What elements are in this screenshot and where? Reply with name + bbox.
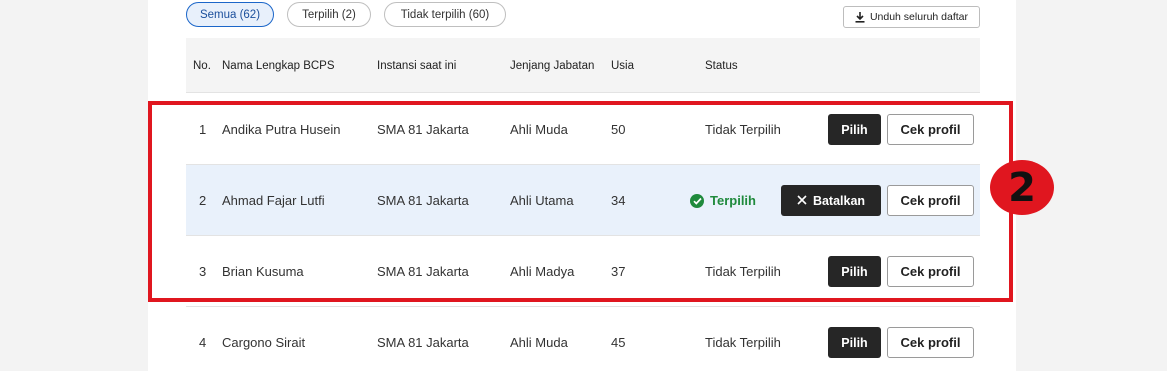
pilih-button[interactable]: Pilih — [828, 256, 881, 287]
candidate-status-selected: Terpilih — [690, 165, 756, 236]
candidate-jenjang: Ahli Madya — [510, 264, 575, 279]
cek-profil-button[interactable]: Cek profil — [887, 114, 974, 145]
batalkan-button[interactable]: Batalkan — [781, 185, 881, 216]
row-number: 3 — [199, 264, 207, 279]
column-header-name: Nama Lengkap BCPS — [222, 60, 335, 72]
download-list-label: Unduh seluruh daftar — [869, 11, 969, 23]
column-header-usia: Usia — [611, 60, 635, 72]
candidate-status: Tidak Terpilih — [705, 335, 781, 350]
batalkan-button-label: Batalkan — [812, 193, 866, 208]
candidate-name: Brian Kusuma — [222, 264, 304, 279]
cek-profil-label: Cek profil — [900, 264, 961, 279]
column-header-no: No. — [193, 60, 211, 72]
candidate-status: Tidak Terpilih — [705, 122, 781, 137]
cek-profil-button[interactable]: Cek profil — [887, 185, 974, 216]
candidate-instansi: SMA 81 Jakarta — [377, 193, 469, 208]
table-row: 1 Andika Putra Husein SMA 81 Jakarta Ahl… — [186, 94, 980, 165]
cek-profil-label: Cek profil — [900, 335, 961, 350]
table-row: 3 Brian Kusuma SMA 81 Jakarta Ahli Madya… — [186, 236, 980, 307]
cek-profil-label: Cek profil — [900, 193, 961, 208]
cek-profil-button[interactable]: Cek profil — [887, 327, 974, 358]
pilih-button-label: Pilih — [841, 264, 868, 279]
candidate-usia: 45 — [611, 335, 626, 350]
candidate-instansi: SMA 81 Jakarta — [377, 264, 469, 279]
candidate-jenjang: Ahli Utama — [510, 193, 574, 208]
row-number: 4 — [199, 335, 207, 350]
candidate-instansi: SMA 81 Jakarta — [377, 335, 469, 350]
status-selected-label: Terpilih — [710, 193, 756, 208]
candidate-instansi: SMA 81 Jakarta — [377, 122, 469, 137]
column-header-instansi: Instansi saat ini — [377, 60, 457, 72]
cek-profil-label: Cek profil — [900, 122, 961, 137]
candidate-usia: 34 — [611, 193, 626, 208]
candidate-jenjang: Ahli Muda — [510, 335, 568, 350]
annotation-step-badge: 2 — [990, 160, 1054, 215]
download-list-button[interactable]: Unduh seluruh daftar — [843, 6, 980, 28]
candidate-usia: 37 — [611, 264, 626, 279]
cek-profil-button[interactable]: Cek profil — [887, 256, 974, 287]
pilih-button[interactable]: Pilih — [828, 114, 881, 145]
column-header-status: Status — [705, 60, 738, 72]
candidate-jenjang: Ahli Muda — [510, 122, 568, 137]
pilih-button[interactable]: Pilih — [828, 327, 881, 358]
column-header-jenjang: Jenjang Jabatan — [510, 60, 595, 72]
pilih-button-label: Pilih — [841, 122, 868, 137]
close-icon — [797, 194, 807, 208]
download-icon — [855, 11, 865, 23]
candidate-name: Cargono Sirait — [222, 335, 306, 350]
pilih-button-label: Pilih — [841, 335, 868, 350]
candidate-name: Andika Putra Husein — [222, 122, 341, 137]
filter-chip-selected[interactable]: Terpilih (2) — [287, 2, 371, 27]
row-number: 2 — [199, 193, 207, 208]
check-circle-icon — [690, 193, 704, 208]
candidate-usia: 50 — [611, 122, 626, 137]
table-header: No. Nama Lengkap BCPS Instansi saat ini … — [186, 38, 980, 93]
table-row: 4 Cargono Sirait SMA 81 Jakarta Ahli Mud… — [186, 307, 980, 371]
annotation-step-number: 2 — [1008, 164, 1036, 211]
candidate-name: Ahmad Fajar Lutfi — [222, 193, 325, 208]
row-number: 1 — [199, 122, 207, 137]
filter-chip-all[interactable]: Semua (62) — [186, 2, 274, 27]
table-row-selected: 2 Ahmad Fajar Lutfi SMA 81 Jakarta Ahli … — [186, 165, 980, 236]
candidate-status: Tidak Terpilih — [705, 264, 781, 279]
filter-chip-unselected[interactable]: Tidak terpilih (60) — [384, 2, 506, 27]
